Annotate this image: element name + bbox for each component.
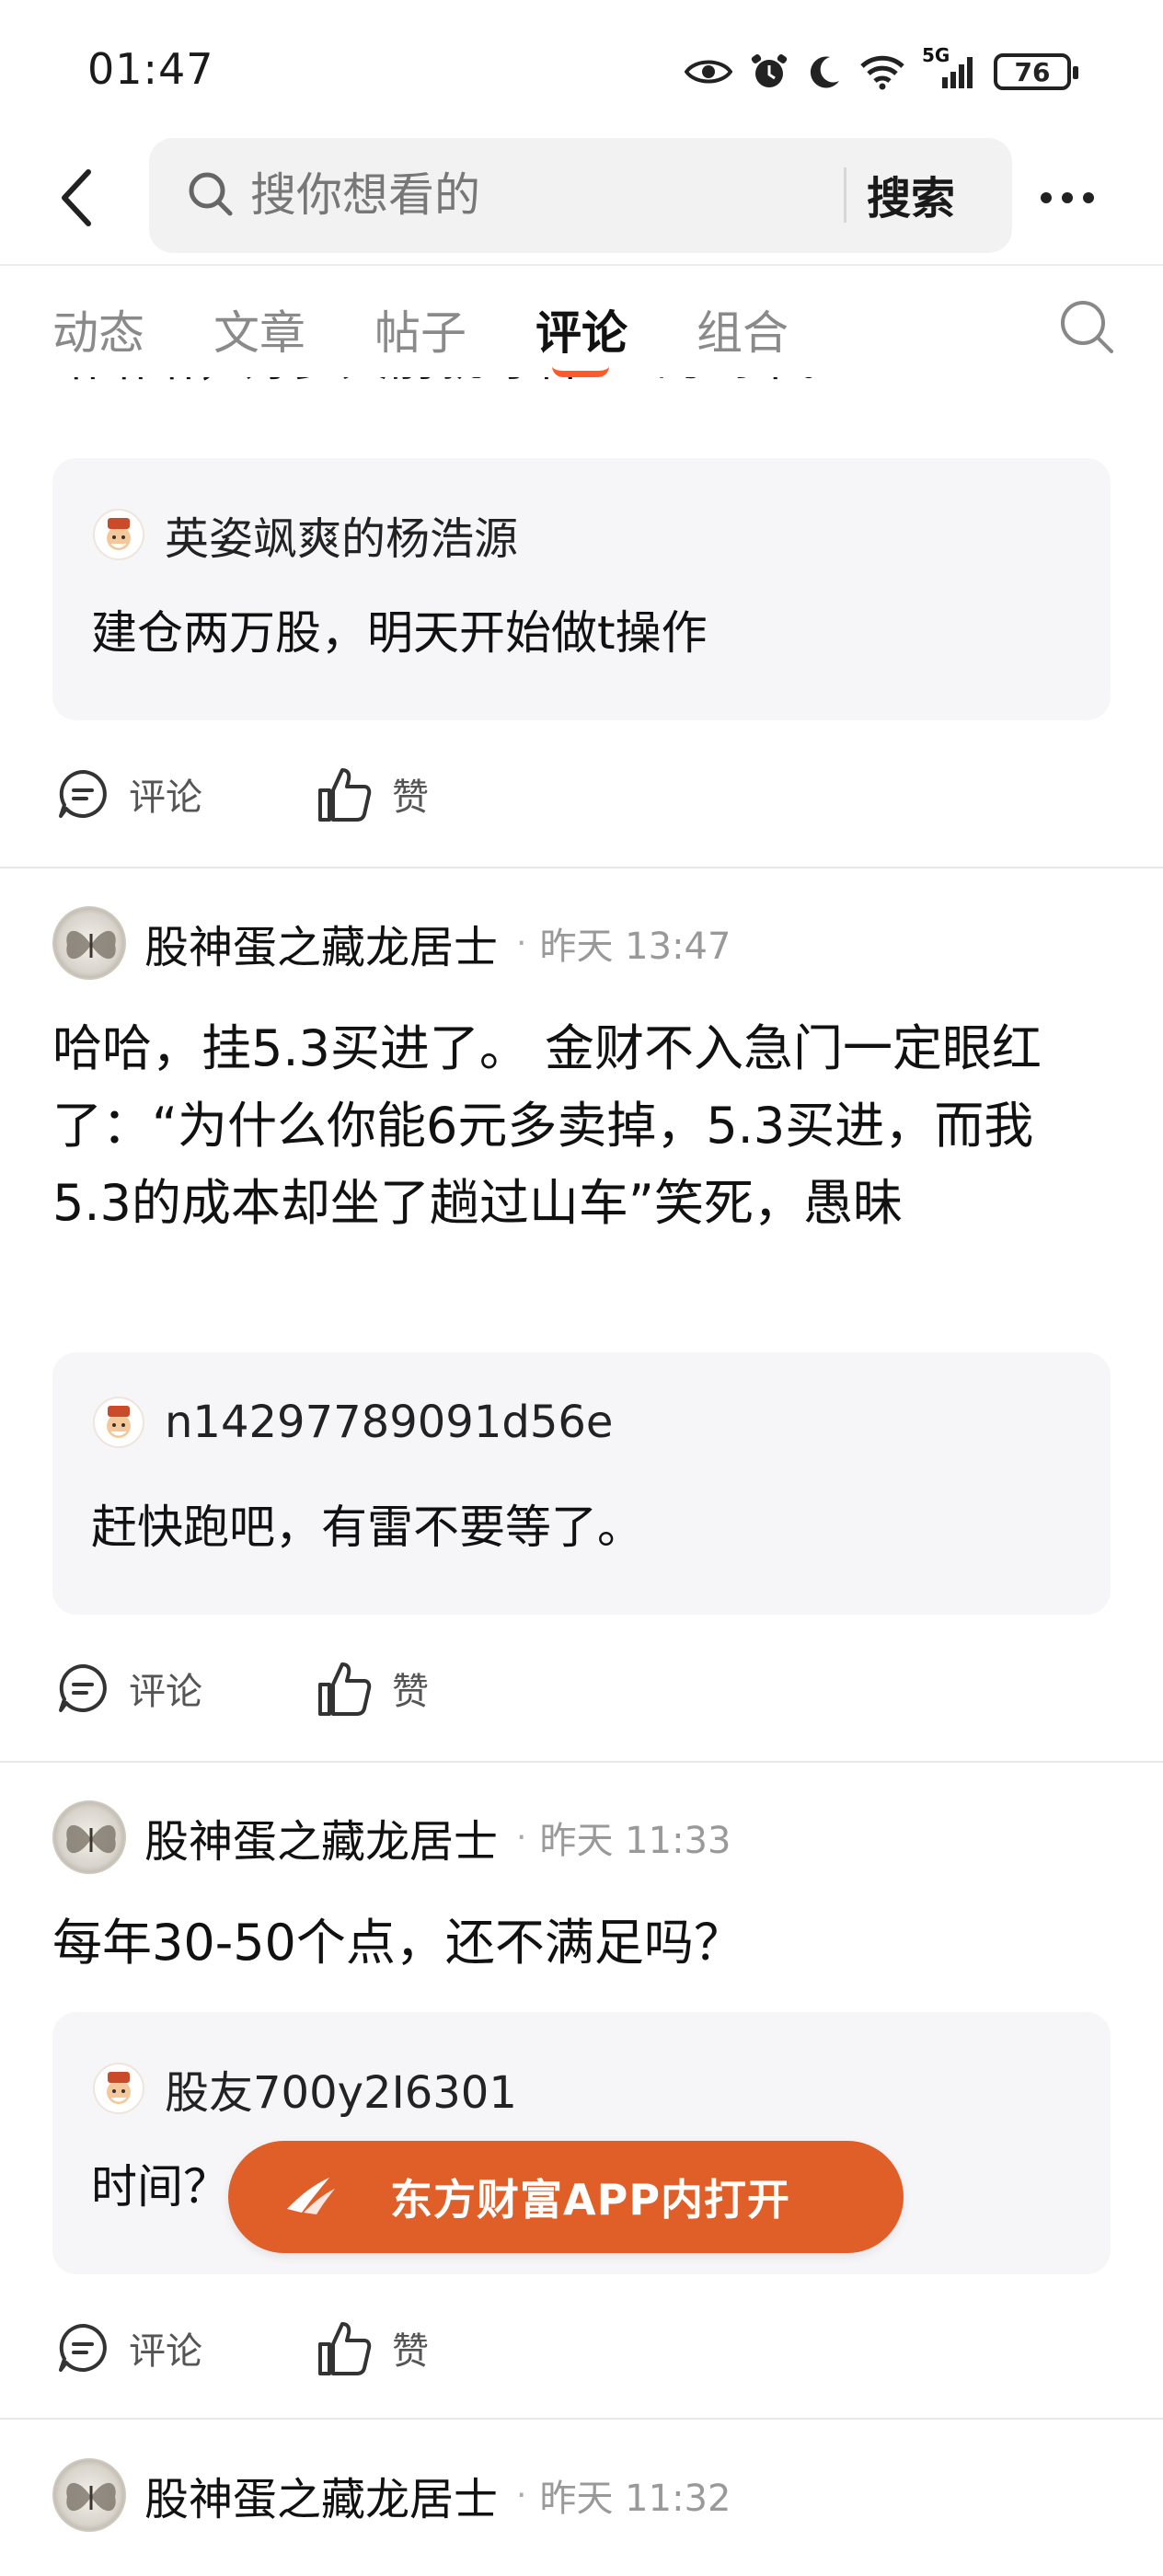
- avatar: [93, 509, 144, 560]
- search-input[interactable]: [250, 158, 968, 232]
- author-name[interactable]: 股神蛋之藏龙居士: [144, 911, 498, 975]
- post-author: 股神蛋之藏龙居士 · 昨天 13:47: [52, 906, 731, 980]
- thumbs-up-icon: [318, 2322, 372, 2375]
- post-time: 昨天 11:32: [539, 2478, 731, 2520]
- quoted-user: 英姿飒爽的杨浩源: [93, 502, 518, 567]
- comment-button[interactable]: 评论: [55, 1651, 202, 1725]
- author-name[interactable]: 股神蛋之藏龙居士: [144, 1805, 498, 1869]
- separator-dot: ·: [516, 2476, 527, 2514]
- quoted-text: 时间？: [91, 2160, 229, 2214]
- comment-button[interactable]: 评论: [55, 757, 202, 831]
- quoted-text: 赶快跑吧，有雷不要等了。: [91, 1501, 643, 1554]
- quoted-user-name[interactable]: 股友700y2I6301: [165, 2056, 517, 2121]
- post-body[interactable]: 每年30-50个点，还不满足吗？: [52, 1904, 1111, 1982]
- open-in-app-button[interactable]: 东方财富APP内打开: [228, 2141, 904, 2253]
- active-tab-indicator: [552, 366, 609, 377]
- quoted-comment[interactable]: n14297789091d56e 赶快跑吧，有雷不要等了。: [52, 1352, 1111, 1615]
- search-bar[interactable]: 搜索: [149, 138, 1012, 253]
- tab-zuhe[interactable]: 组合: [697, 296, 789, 362]
- more-dot-icon: [1083, 192, 1094, 203]
- battery-icon: 76: [994, 53, 1078, 90]
- like-button[interactable]: 赞: [315, 1651, 429, 1725]
- post-time: 昨天 11:33: [539, 1820, 731, 1862]
- like-label: 赞: [392, 1671, 429, 1713]
- author-name[interactable]: 股神蛋之藏龙居士: [144, 2463, 498, 2527]
- search-button[interactable]: 搜索: [867, 162, 955, 226]
- tab-tiezi[interactable]: 帖子: [374, 296, 466, 362]
- quoted-user: 股友700y2I6301: [93, 2056, 517, 2121]
- moon-icon: [806, 53, 843, 90]
- quoted-user-name[interactable]: n14297789091d56e: [165, 1397, 613, 1448]
- post-author: 股神蛋之藏龙居士 · 昨天 11:32: [52, 2458, 731, 2532]
- quoted-text: 建仓两万股，明天开始做t操作: [91, 606, 708, 660]
- post-body[interactable]: 哈哈，挂5.3买进了。 金财不入急门一定眼红了：“为什么你能6元多卖掉，5.3买…: [52, 1010, 1111, 1242]
- comment-icon: [59, 1664, 107, 1712]
- alarm-icon: [749, 52, 789, 92]
- comment-icon: [59, 770, 107, 818]
- avatar[interactable]: [52, 906, 126, 980]
- like-label: 赞: [392, 2330, 429, 2373]
- search-divider: [844, 167, 846, 223]
- network-label: 5G: [922, 44, 950, 66]
- comment-label: 评论: [129, 2330, 202, 2373]
- signal-5g-icon: 5G: [922, 46, 977, 90]
- status-bar: 01:47 5G 76: [0, 0, 1163, 138]
- avatar: [93, 1397, 144, 1448]
- avatar[interactable]: [52, 1800, 126, 1874]
- post-divider: [0, 1761, 1163, 1763]
- comment-button[interactable]: 评论: [55, 2311, 202, 2385]
- search-icon: [1061, 301, 1113, 353]
- tab-dongtai[interactable]: 动态: [52, 296, 144, 362]
- battery-level: 76: [1014, 56, 1051, 87]
- quoted-user-name[interactable]: 英姿飒爽的杨浩源: [165, 502, 518, 567]
- search-icon: [186, 169, 236, 223]
- header-divider: [0, 264, 1163, 266]
- post-time: 昨天 13:47: [539, 926, 731, 968]
- tab-pinglun[interactable]: 评论: [535, 296, 628, 362]
- thumbs-up-icon: [318, 1662, 372, 1716]
- app-logo-icon: [283, 2172, 339, 2222]
- open-in-app-label: 东方财富APP内打开: [390, 2175, 791, 2225]
- wifi-icon: [859, 53, 905, 90]
- post-author: 股神蛋之藏龙居士 · 昨天 11:33: [52, 1800, 731, 1874]
- comment-label: 评论: [129, 1671, 202, 1713]
- thumbs-up-icon: [318, 768, 372, 822]
- post-actions: 评论 赞: [55, 1651, 515, 1725]
- like-button[interactable]: 赞: [315, 757, 429, 831]
- post-actions: 评论 赞: [55, 2311, 515, 2385]
- back-button[interactable]: [48, 166, 103, 230]
- like-label: 赞: [392, 776, 429, 819]
- avatar: [93, 2063, 144, 2114]
- more-dot-icon: [1062, 192, 1073, 203]
- tab-bar: 动态 文章 帖子 评论 组合: [0, 276, 1163, 377]
- status-icons: 5G 76: [685, 44, 1078, 99]
- tab-wenzhang[interactable]: 文章: [213, 296, 305, 362]
- chevron-left-icon: [62, 169, 91, 226]
- post-actions: 评论 赞: [55, 757, 515, 831]
- comment-label: 评论: [129, 776, 202, 819]
- avatar[interactable]: [52, 2458, 126, 2532]
- more-options-button[interactable]: [1031, 170, 1104, 225]
- eye-icon: [685, 56, 732, 87]
- like-button[interactable]: 赞: [315, 2311, 429, 2385]
- more-dot-icon: [1041, 192, 1052, 203]
- top-bar: 搜索: [0, 138, 1163, 262]
- separator-dot: ·: [516, 924, 527, 962]
- post-divider: [0, 867, 1163, 868]
- comment-icon: [59, 2324, 107, 2372]
- status-time: 01:47: [87, 44, 214, 94]
- quoted-comment[interactable]: 英姿飒爽的杨浩源 建仓两万股，明天开始做t操作: [52, 458, 1111, 720]
- separator-dot: ·: [516, 1818, 527, 1857]
- tab-search-button[interactable]: [1056, 296, 1117, 361]
- quoted-user: n14297789091d56e: [93, 1397, 613, 1448]
- post-divider: [0, 2418, 1163, 2420]
